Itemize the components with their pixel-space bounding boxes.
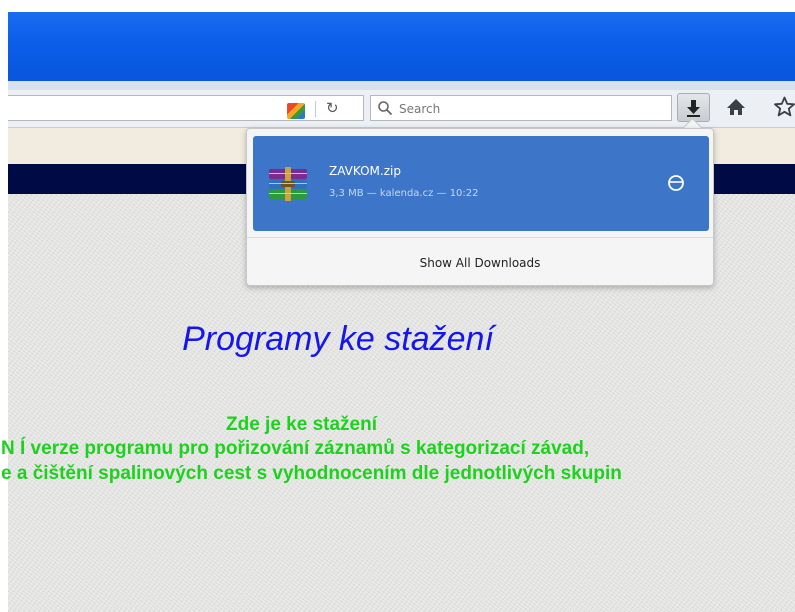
show-all-downloads-row[interactable]: Show All Downloads bbox=[247, 237, 713, 286]
download-item[interactable]: ZAVKOM.zip 3,3 MB — kalenda.cz — 10:22 bbox=[253, 136, 709, 231]
open-file-icon[interactable] bbox=[667, 174, 685, 192]
search-icon bbox=[378, 101, 393, 116]
downloads-panel: ZAVKOM.zip 3,3 MB — kalenda.cz — 10:22 S… bbox=[246, 128, 714, 286]
reload-icon[interactable]: ↻ bbox=[326, 99, 339, 117]
page-title: Programy ke stažení bbox=[182, 320, 494, 358]
winrar-archive-icon bbox=[269, 167, 307, 201]
downloads-icon bbox=[687, 100, 700, 117]
show-all-downloads-button[interactable]: Show All Downloads bbox=[420, 256, 541, 270]
program-description-line: N Í verze programu pro pořizování záznam… bbox=[1, 438, 590, 459]
download-intro-line: Zde je ke stažení bbox=[226, 414, 378, 435]
url-bar-separator bbox=[315, 101, 316, 117]
home-icon[interactable] bbox=[726, 97, 746, 117]
avast-icon[interactable] bbox=[287, 103, 305, 119]
bookmark-star-icon[interactable] bbox=[774, 96, 795, 117]
url-bar[interactable]: ↻ bbox=[8, 95, 364, 121]
program-description-line: e a čištění spalinových cest s vyhodnoce… bbox=[1, 463, 622, 484]
search-bar[interactable] bbox=[370, 95, 672, 121]
downloads-button[interactable] bbox=[677, 93, 710, 122]
window-title-bar bbox=[8, 12, 795, 81]
download-file-name: ZAVKOM.zip bbox=[329, 164, 401, 178]
download-status: 3,3 MB — kalenda.cz — 10:22 bbox=[329, 188, 479, 199]
tab-strip bbox=[8, 81, 795, 90]
search-input[interactable] bbox=[397, 99, 661, 119]
navigation-toolbar: ↻ bbox=[8, 90, 795, 128]
